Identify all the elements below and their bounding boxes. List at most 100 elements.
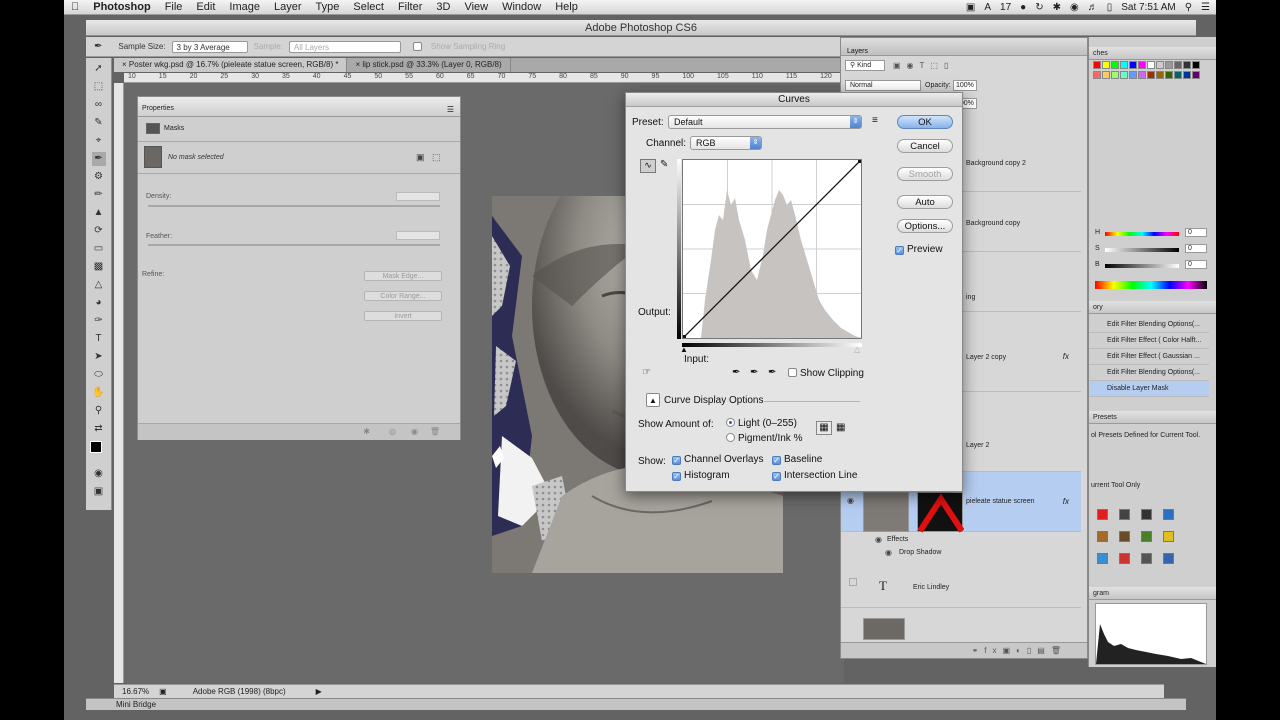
swatch[interactable]	[1183, 71, 1191, 79]
layers-footer-icons[interactable]: ⚭fx▣◐▯▤🗑	[841, 642, 1087, 658]
zoom-level[interactable]: 16.67%	[122, 687, 149, 696]
spotlight-icon[interactable]: ⚲	[1185, 2, 1192, 13]
tool-preset-icon[interactable]	[1097, 509, 1108, 520]
preset-select[interactable]: Default ⇕	[668, 115, 862, 129]
tool-preset-icon[interactable]	[1141, 509, 1152, 520]
swatch[interactable]	[1156, 71, 1164, 79]
history-brush-icon[interactable]: ⟳	[92, 224, 106, 238]
screen-mode-icon[interactable]: ▣	[92, 485, 106, 499]
swatch[interactable]	[1093, 61, 1101, 69]
saturation-slider[interactable]	[1105, 248, 1179, 252]
mask-edge-button[interactable]: Mask Edge...	[364, 271, 442, 281]
swatch[interactable]	[1138, 71, 1146, 79]
swatch[interactable]	[1102, 61, 1110, 69]
filter-kind-select[interactable]: ⚲ Kind	[845, 60, 885, 71]
curve-graph[interactable]	[682, 159, 862, 339]
layer-mask-thumbnail[interactable]	[917, 492, 965, 533]
path-select-icon[interactable]: ➤	[92, 350, 106, 364]
swatch[interactable]	[1192, 61, 1200, 69]
density-slider[interactable]	[148, 205, 440, 207]
preview-option[interactable]: ✓ Preview	[895, 244, 943, 255]
delete-mask-icon[interactable]: 🗑	[430, 427, 440, 436]
menu-filter[interactable]: Filter	[391, 1, 429, 13]
on-image-adjust-icon[interactable]: ☞	[642, 367, 651, 378]
swatch[interactable]	[1093, 71, 1101, 79]
quick-select-tool-icon[interactable]: ✎	[92, 116, 106, 130]
apply-mask-icon[interactable]: ◎	[389, 427, 396, 436]
auto-button[interactable]: Auto	[897, 195, 953, 209]
tool-preset-icon[interactable]	[1097, 531, 1108, 542]
intersection-line-checkbox[interactable]: ✓	[772, 472, 781, 481]
menu-image[interactable]: Image	[222, 1, 267, 13]
tool-preset-icons[interactable]	[1093, 505, 1213, 585]
time-machine-icon[interactable]: ↻	[1035, 2, 1043, 13]
black-eyedropper-icon[interactable]: ✒	[732, 367, 740, 378]
menu-select[interactable]: Select	[346, 1, 391, 13]
eyedropper-tool-icon[interactable]: ✒	[91, 152, 106, 166]
cancel-button[interactable]: Cancel	[897, 139, 953, 153]
sample-size-select[interactable]: 3 by 3 Average	[171, 40, 248, 53]
menu-window[interactable]: Window	[495, 1, 548, 13]
screen-record-icon[interactable]: ▣	[966, 2, 975, 13]
swatch[interactable]	[1120, 71, 1128, 79]
histogram-option[interactable]: ✓ Histogram	[672, 470, 730, 481]
swatch[interactable]	[1120, 61, 1128, 69]
histogram-checkbox[interactable]: ✓	[672, 472, 681, 481]
quick-mask-icon[interactable]: ◉	[92, 467, 106, 481]
swatch[interactable]	[1102, 71, 1110, 79]
curve-point-tool-icon[interactable]: ∿	[640, 159, 656, 173]
white-point-slider-icon[interactable]: △	[854, 345, 860, 354]
blend-mode-select[interactable]: Normal	[845, 80, 921, 91]
zoom-tool-icon[interactable]: ⚲	[92, 404, 106, 418]
white-eyedropper-icon[interactable]: ✒	[768, 367, 776, 378]
smooth-button[interactable]: Smooth	[897, 167, 953, 181]
channel-select[interactable]: RGB ⇕	[690, 136, 762, 150]
status-icon[interactable]: ▣	[159, 687, 167, 696]
swatch[interactable]	[1147, 61, 1155, 69]
brush-tool-icon[interactable]: ✏	[92, 188, 106, 202]
foreground-color[interactable]	[90, 441, 102, 453]
swatch[interactable]	[1192, 71, 1200, 79]
menu-help[interactable]: Help	[548, 1, 585, 13]
marquee-tool-icon[interactable]: ⬚	[92, 80, 106, 94]
tab-poster[interactable]: × Poster wkg.psd @ 16.7% (pieleate statu…	[114, 58, 348, 72]
options-button[interactable]: Options...	[897, 219, 953, 233]
panel-menu-icon[interactable]: ☰	[447, 98, 454, 122]
shape-tool-icon[interactable]: ⬭	[92, 368, 106, 382]
dodge-tool-icon[interactable]: ◕	[92, 296, 106, 310]
preset-options-icon[interactable]: ≡	[872, 115, 878, 126]
feather-input[interactable]	[396, 231, 440, 240]
swatch[interactable]	[1111, 71, 1119, 79]
s-input[interactable]: 0	[1185, 244, 1207, 253]
apple-menu-icon[interactable]: 	[64, 1, 86, 13]
pigment-radio[interactable]	[726, 433, 735, 442]
show-clipping-checkbox[interactable]	[788, 368, 797, 377]
color-range-button[interactable]: Color Range...	[364, 291, 442, 301]
layer-row[interactable]: T Eric Lindley	[841, 566, 1081, 608]
type-tool-icon[interactable]: T	[92, 332, 106, 346]
menu-list-icon[interactable]: ☰	[1201, 2, 1210, 13]
adobe-icon[interactable]: A	[984, 2, 991, 13]
tool-preset-icon[interactable]	[1119, 531, 1130, 542]
color-swatches[interactable]	[86, 439, 111, 463]
tool-preset-icon[interactable]	[1163, 509, 1174, 520]
preview-checkbox[interactable]: ✓	[895, 246, 904, 255]
swatch[interactable]	[1147, 71, 1155, 79]
tool-preset-icon[interactable]	[1163, 531, 1174, 542]
feather-slider[interactable]	[148, 244, 440, 246]
swap-colors-icon[interactable]: ⇄	[92, 422, 106, 436]
light-option[interactable]: Light (0–255)	[726, 418, 797, 429]
black-point-slider-icon[interactable]: ▲	[680, 345, 688, 354]
healing-tool-icon[interactable]: ⚙	[92, 170, 106, 184]
pencil-tool-icon[interactable]: ✎	[660, 159, 668, 170]
history-item[interactable]: Edit Filter Blending Options(...	[1089, 365, 1209, 381]
swatch[interactable]	[1138, 61, 1146, 69]
swatch[interactable]	[1174, 61, 1182, 69]
history-item[interactable]: Edit Filter Effect ( Gaussian ...	[1089, 349, 1209, 365]
history-item-selected[interactable]: Disable Layer Mask	[1089, 381, 1209, 397]
channel-overlays-checkbox[interactable]: ✓	[672, 456, 681, 465]
gradient-tool-icon[interactable]: ▩	[92, 260, 106, 274]
mini-bridge-tab[interactable]: Mini Bridge	[86, 698, 1186, 710]
swatch[interactable]	[1165, 61, 1173, 69]
app-menu[interactable]: Photoshop	[86, 1, 157, 13]
